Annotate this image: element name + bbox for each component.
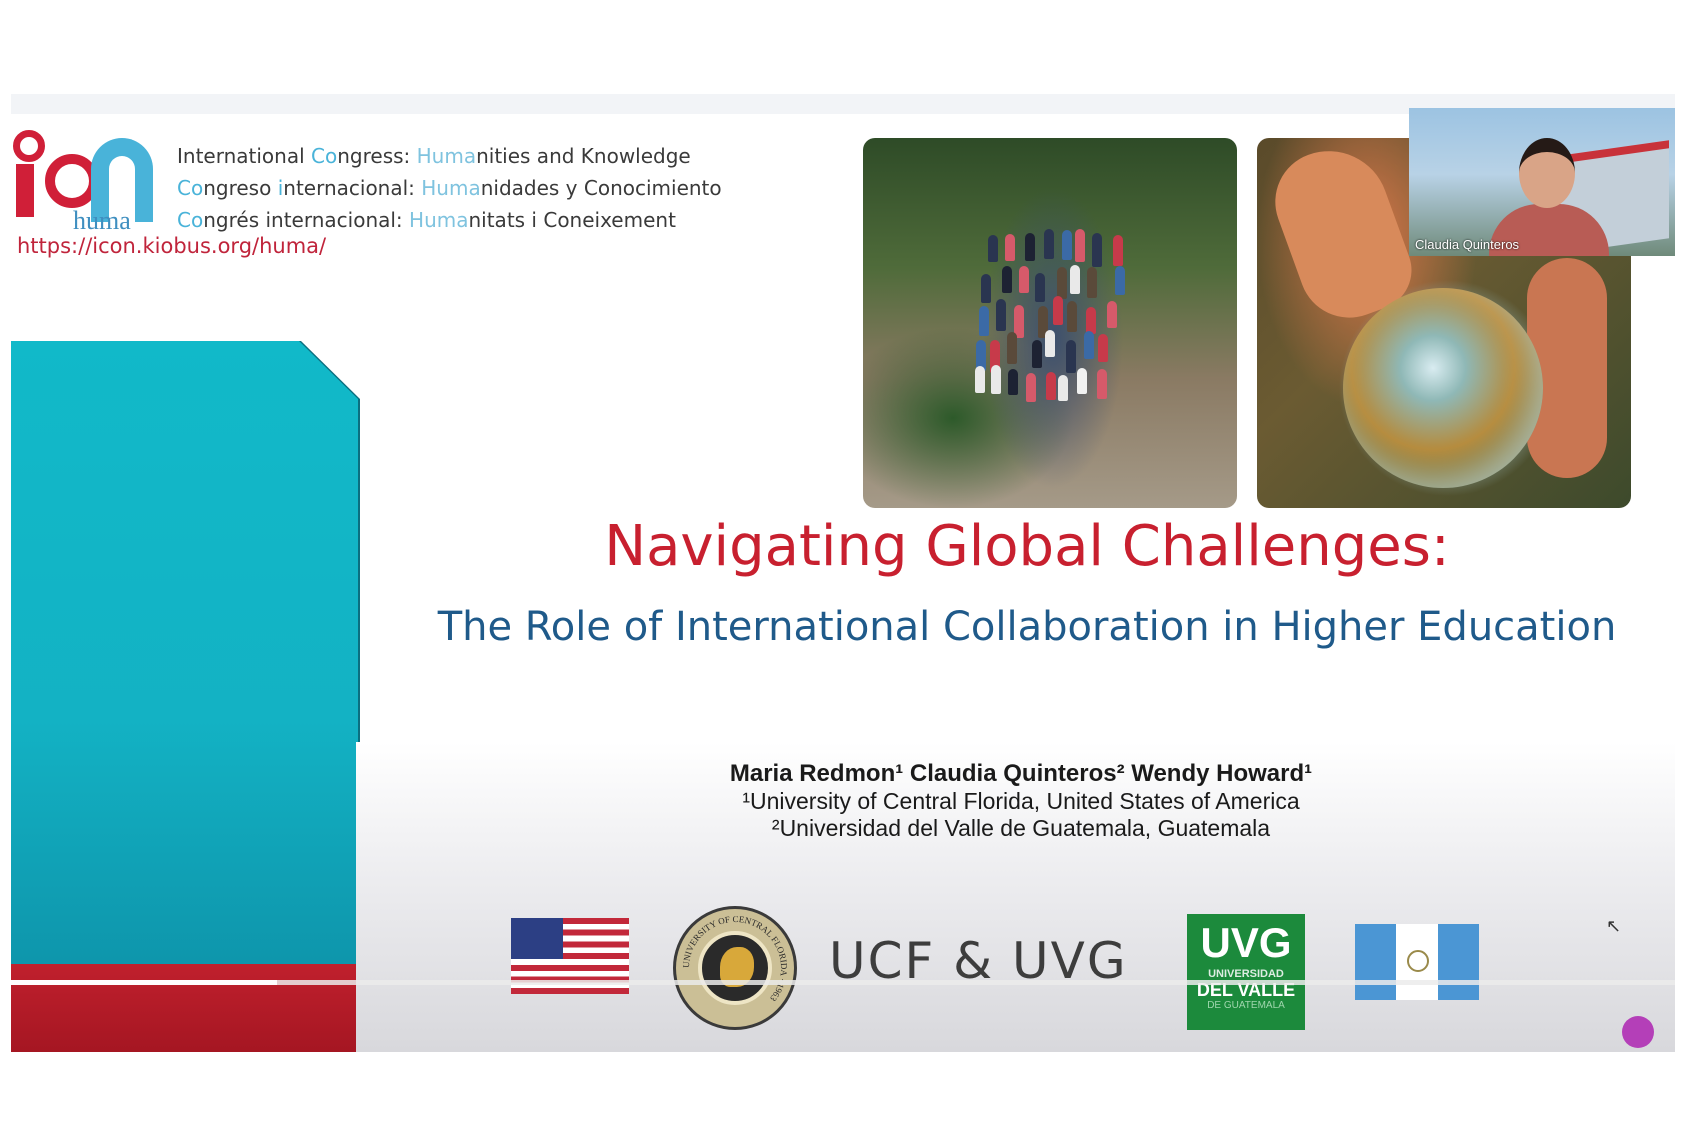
group-photo: [863, 138, 1237, 508]
group-photo-person: [1113, 234, 1124, 266]
us-flag-canton: [511, 918, 563, 959]
uvg-logo-line3: DE GUATEMALA: [1207, 1000, 1285, 1011]
recording-indicator-icon[interactable]: [1622, 1016, 1654, 1048]
guatemala-flag-icon: [1355, 924, 1479, 1000]
group-photo-person: [1066, 339, 1077, 373]
group-photo-person: [979, 306, 990, 336]
glass-sphere: [1343, 288, 1543, 488]
group-photo-person: [1002, 265, 1013, 294]
congress-url: https://icon.kiobus.org/huma/: [17, 234, 327, 258]
participant-video-tile[interactable]: Claudia Quinteros: [1409, 108, 1675, 256]
group-photo-person: [1007, 368, 1018, 396]
group-photo-person: [1070, 264, 1081, 295]
group-photo-person: [1097, 334, 1108, 363]
group-photo-person: [1106, 301, 1117, 328]
logo-wordmark: huma: [73, 206, 131, 235]
teal-decorative-block: [11, 341, 358, 971]
group-photo-person: [1061, 229, 1072, 261]
group-photo-person: [1035, 272, 1046, 303]
participant-avatar: [1519, 138, 1575, 208]
ucf-seal-logo: UNIVERSITY OF CENTRAL FLORIDA · 1963: [673, 906, 797, 1030]
affiliation-uvg: ²Universidad del Valle de Guatemala, Gua…: [771, 815, 1271, 841]
congress-line-ca: Congrés internacional: Humanitats i Cone…: [177, 208, 676, 232]
group-photo-person: [1025, 372, 1036, 402]
group-photo-person: [1031, 340, 1042, 369]
uvg-logo-abbr: UVG: [1200, 919, 1292, 966]
group-photo-person: [974, 365, 985, 393]
group-photo-person: [995, 298, 1006, 331]
group-photo-person: [980, 273, 991, 304]
group-photo-person: [1057, 266, 1068, 299]
slide-title: Navigating Global Challenges:: [604, 514, 1450, 579]
group-photo-person: [1024, 232, 1035, 262]
authors-block: Maria Redmon¹ Claudia Quinteros² Wendy H…: [571, 760, 1471, 842]
group-photo-person: [1076, 367, 1087, 394]
congress-names: International Congress: Humanities and K…: [177, 140, 722, 236]
congress-line-es: Congreso internacional: Humanidades y Co…: [177, 176, 722, 200]
video-progress-fill: [11, 980, 278, 985]
group-photo-person: [1067, 300, 1078, 333]
logo-i-stem: [16, 164, 34, 217]
slide-subtitle: The Role of International Collaboration …: [437, 604, 1617, 650]
group-photo-person: [1087, 266, 1098, 299]
ucf-seal-center: [698, 931, 772, 1005]
group-photo-person: [991, 365, 1002, 395]
group-photo-person: [1052, 296, 1063, 325]
author-names: Maria Redmon¹ Claudia Quinteros² Wendy H…: [729, 760, 1313, 787]
guatemala-emblem-icon: [1407, 950, 1429, 972]
uvg-logo: UVG UNIVERSIDAD DEL VALLE DE GUATEMALA: [1187, 914, 1305, 1030]
presentation-slide: huma International Congress: Humanities …: [11, 94, 1675, 1052]
group-photo-person: [1097, 368, 1108, 399]
group-photo-person: [1005, 234, 1016, 261]
affiliation-ucf: ¹University of Central Florida, United S…: [742, 788, 1300, 814]
group-photo-person: [1043, 228, 1054, 259]
congress-line-en: International Congress: Humanities and K…: [177, 144, 691, 168]
group-photo-person: [1074, 228, 1085, 263]
group-photo-person: [1083, 330, 1094, 359]
group-photo-person: [1044, 330, 1055, 358]
uvg-logo-line1: UNIVERSIDAD: [1208, 968, 1284, 980]
group-photo-person: [1018, 266, 1029, 293]
group-photo-person: [1092, 233, 1103, 267]
red-decorative-block: [11, 964, 356, 1052]
group-photo-person: [1046, 371, 1057, 400]
participant-name-label: Claudia Quinteros: [1415, 237, 1520, 252]
icon-huma-logo: huma: [11, 130, 181, 240]
group-photo-person: [1007, 331, 1018, 364]
group-photo-person: [1114, 265, 1125, 296]
group-photo-person: [987, 234, 998, 262]
group-photo-person: [1057, 374, 1068, 402]
mouse-cursor-icon: ↖: [1606, 916, 1622, 936]
group-photo-person: [1085, 307, 1096, 334]
logo-i-dot: [13, 130, 45, 162]
